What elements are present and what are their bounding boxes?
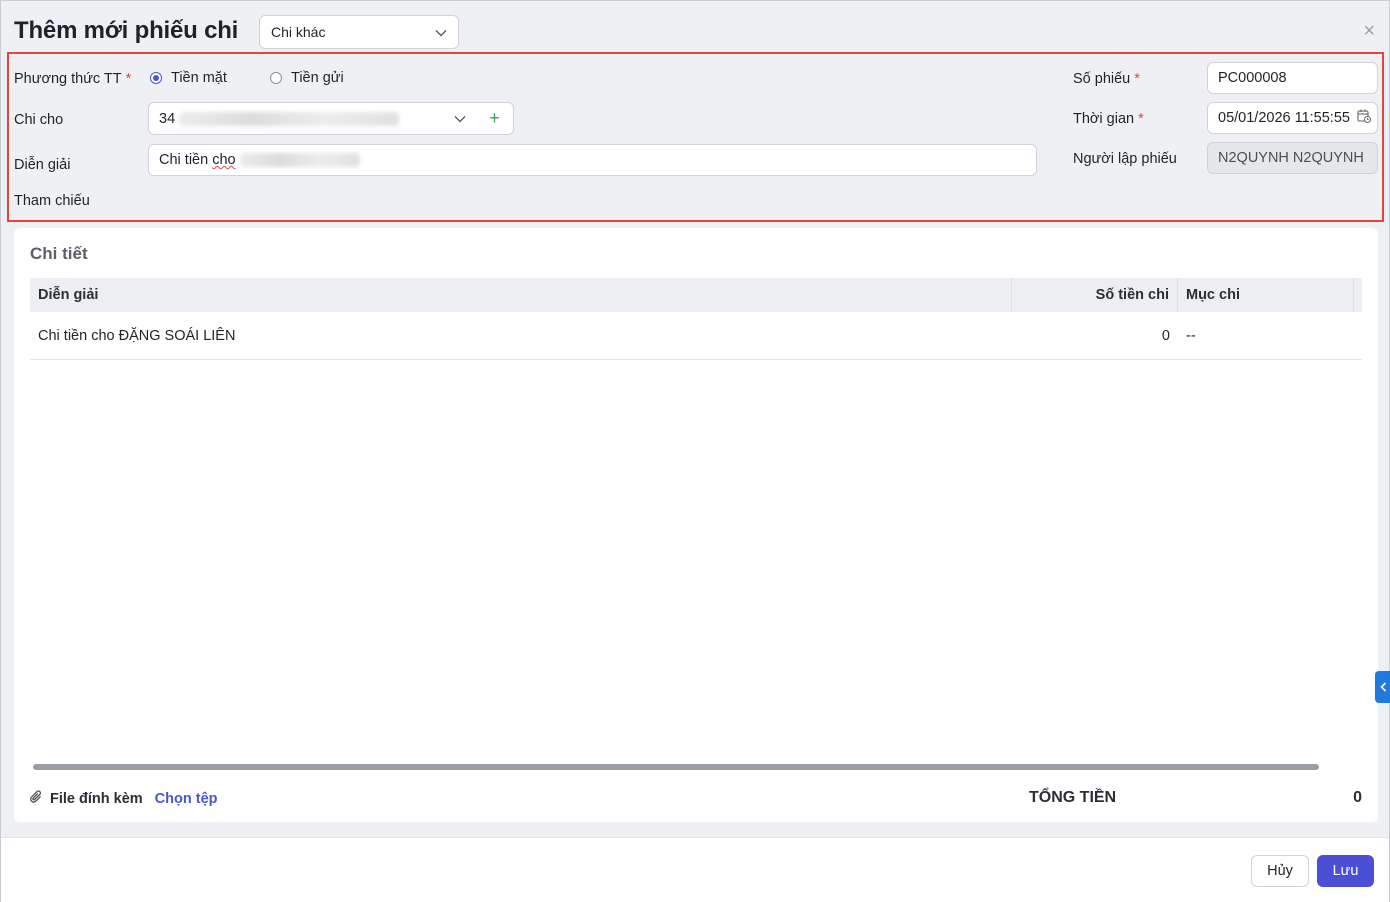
row-amount: 0 (1161, 327, 1170, 344)
dialog-footer: Hủy Lưu (1, 837, 1389, 902)
column-header-description: Diễn giải (30, 278, 1012, 312)
description-input[interactable]: Chi tiền cho (148, 144, 1037, 176)
details-table-header: Diễn giải Số tiền chi Mục chi (30, 278, 1362, 312)
redacted-blur (179, 111, 400, 126)
chevron-down-icon (435, 24, 447, 40)
description-prefix: Chi tiền (159, 152, 209, 168)
calendar-clock-icon (1357, 109, 1371, 127)
horizontal-scrollbar[interactable] (33, 764, 1319, 770)
row-description: Chi tiền cho ĐẶNG SOÁI LIÊN (38, 327, 236, 344)
dialog-title: Thêm mới phiếu chi (14, 17, 239, 44)
voucher-type-select[interactable]: Chi khác (259, 15, 459, 49)
radio-deposit[interactable]: Tiền gửi (270, 70, 344, 86)
table-row[interactable]: Chi tiền cho ĐẶNG SOÁI LIÊN 0 -- (30, 312, 1362, 360)
cancel-button[interactable]: Hủy (1251, 855, 1309, 887)
save-button[interactable]: Lưu (1317, 855, 1374, 887)
radio-checked-icon (150, 72, 162, 84)
total-value: 0 (1353, 789, 1362, 806)
attachment-label: File đính kèm (50, 791, 143, 807)
voucher-type-value: Chi khác (271, 24, 326, 40)
description-label: Diễn giải (14, 157, 71, 173)
reference-label: Tham chiếu (14, 193, 90, 209)
voucher-no-label: Số phiếu * (1073, 71, 1140, 87)
pay-to-value: 34 (159, 110, 176, 127)
pay-to-label: Chi cho (14, 112, 64, 128)
payment-method-label: Phương thức TT * (14, 71, 132, 87)
description-word: cho (212, 152, 236, 168)
details-title: Chi tiết (30, 244, 88, 263)
total-label: TỔNG TIỀN (1029, 789, 1117, 806)
chevron-down-icon (454, 111, 466, 127)
redacted-blur (239, 153, 360, 167)
radio-deposit-label: Tiền gửi (291, 70, 344, 86)
chevron-left-icon (1379, 680, 1387, 695)
column-header-category: Mục chi (1178, 278, 1354, 312)
time-input[interactable]: 05/01/2026 11:55:55 (1207, 102, 1378, 134)
attachment-row: File đính kèm Chọn tệp (30, 790, 218, 808)
close-icon[interactable]: × (1363, 21, 1375, 41)
pay-to-select[interactable]: 34 (148, 102, 477, 135)
creator-label: Người lập phiếu (1073, 151, 1177, 167)
time-label: Thời gian * (1073, 111, 1144, 127)
row-category: -- (1186, 327, 1196, 344)
radio-cash-label: Tiền mặt (171, 70, 227, 86)
column-header-amount: Số tiền chi (1012, 278, 1178, 312)
add-payee-button[interactable]: + (476, 102, 514, 135)
time-value: 05/01/2026 11:55:55 (1218, 110, 1350, 126)
radio-cash[interactable]: Tiền mặt (150, 70, 227, 86)
paperclip-icon (30, 790, 43, 808)
details-panel: Chi tiết Diễn giải Số tiền chi Mục chi C… (14, 228, 1378, 822)
side-panel-toggle[interactable] (1375, 671, 1390, 703)
add-payment-voucher-dialog: Thêm mới phiếu chi Chi khác × Phương thứ… (0, 0, 1390, 902)
radio-unchecked-icon (270, 72, 282, 84)
voucher-no-input[interactable]: PC000008 (1207, 62, 1378, 94)
choose-file-link[interactable]: Chọn tệp (155, 791, 218, 807)
creator-input: N2QUYNH N2QUYNH (1207, 142, 1378, 174)
